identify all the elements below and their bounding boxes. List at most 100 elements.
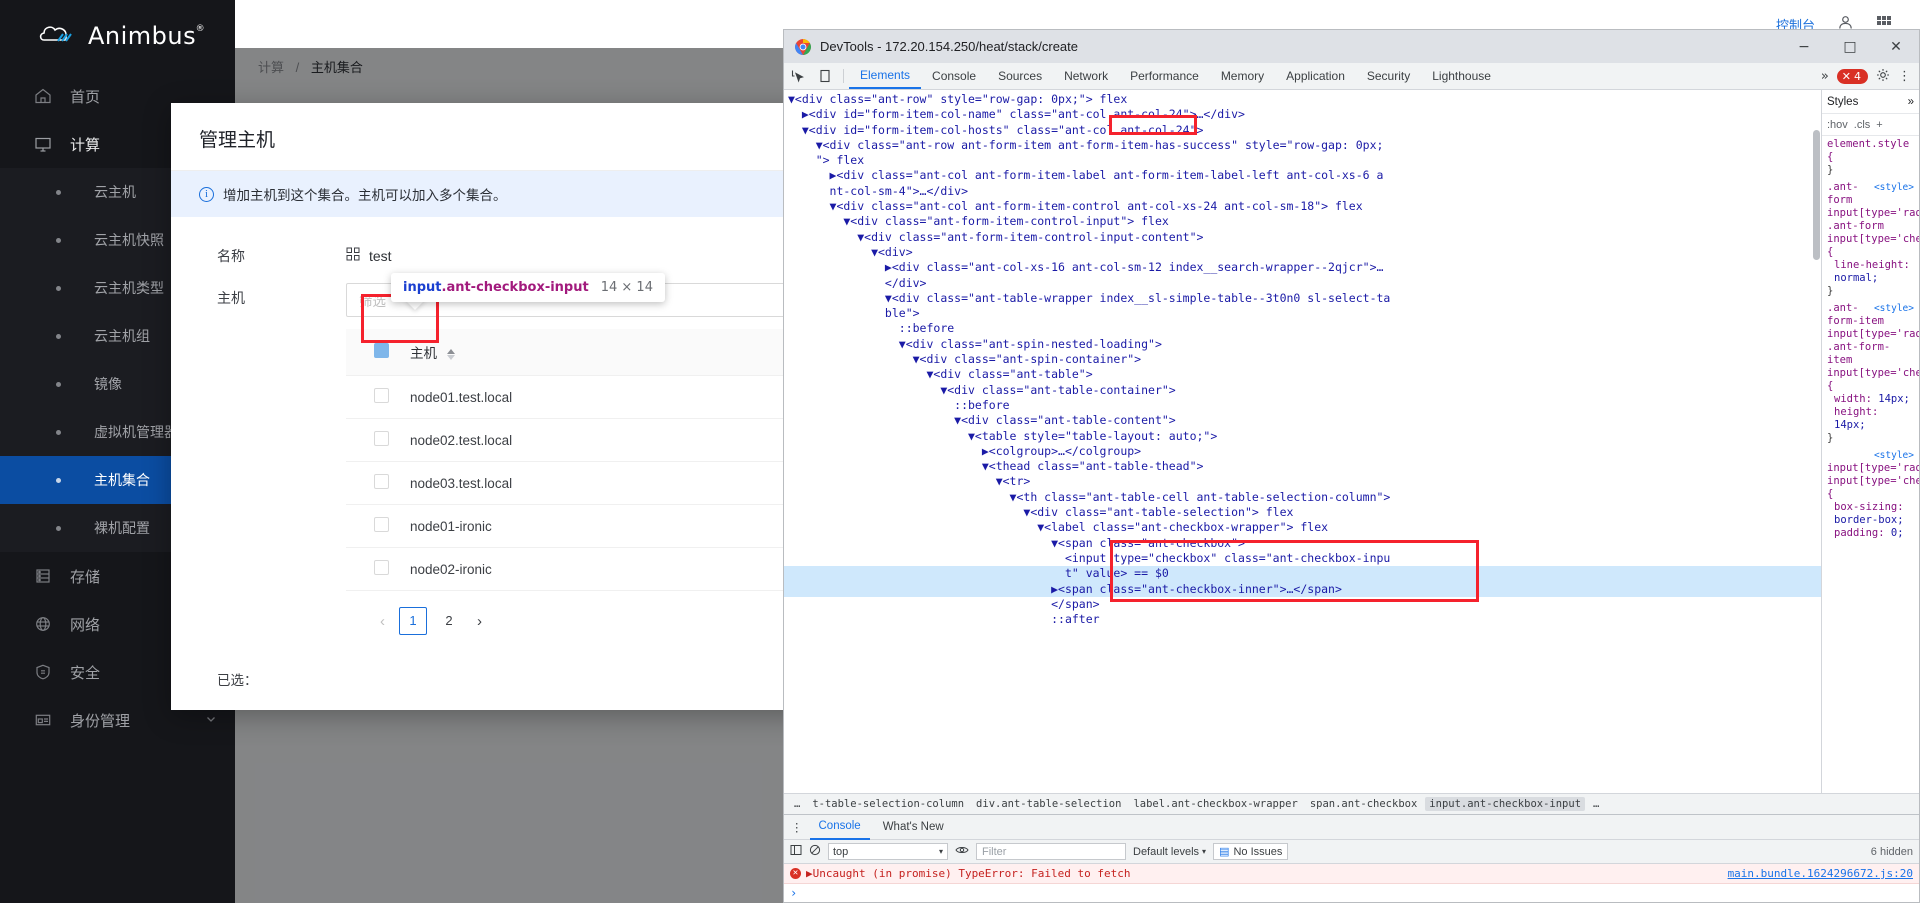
console-levels-select[interactable]: Default levels▾ [1133,846,1206,858]
issues-icon: ▤ [1219,845,1229,858]
dom-line[interactable]: ▼<div> [784,245,1821,260]
minimize-button[interactable]: − [1781,30,1827,63]
breadcrumb-overflow-right[interactable]: … [1589,797,1603,811]
brand-logo[interactable]: Animbus® [0,0,235,72]
maximize-button[interactable]: □ [1827,30,1873,63]
dom-line[interactable]: ▼<div class="ant-row" style="row-gap: 0p… [784,92,1821,107]
error-icon: ✕ [1842,70,1851,83]
error-count-badge[interactable]: ✕ 4 [1837,69,1868,84]
breadcrumb-overflow[interactable]: … [790,797,804,811]
dom-line[interactable]: ▶<div class="ant-col ant-form-item-label… [784,168,1821,183]
style-rule-selector: input[type='radio'], input[type='checkbo… [1827,462,1919,500]
pagination-page-2[interactable]: 2 [435,607,463,635]
breadcrumb-item[interactable]: span.ant-checkbox [1306,797,1421,811]
tab-lighthouse[interactable]: Lighthouse [1421,63,1502,89]
dom-line[interactable]: ▼<tr> [784,474,1821,489]
panel-icon[interactable] [790,844,802,859]
dom-line[interactable]: ::before [784,321,1821,336]
style-rule[interactable]: element.style { } [1822,136,1919,179]
drawer-tab-whats-new[interactable]: What's New [874,815,953,839]
dom-line[interactable]: ▼<div class="ant-table-container"> [784,383,1821,398]
drawer-tab-console[interactable]: Console [810,814,870,840]
dom-line[interactable]: ▼<div class="ant-table-selection"> flex [784,505,1821,520]
console-error-message[interactable]: ✕ ▶Uncaught (in promise) TypeError: Fail… [784,864,1919,884]
dom-line[interactable]: ▼<div class="ant-row ant-form-item ant-f… [784,138,1821,153]
dom-line[interactable]: ▼<thead class="ant-table-thead"> [784,459,1821,474]
drawer-kebab-icon[interactable]: ⋮ [788,820,806,834]
row-checkbox[interactable] [374,560,389,575]
class-toggle[interactable]: .cls [1854,119,1871,131]
row-checkbox[interactable] [374,517,389,532]
dom-line[interactable]: ▶<div class="ant-col-xs-16 ant-col-sm-12… [784,260,1821,275]
dom-line[interactable]: ▼<div class="ant-col ant-form-item-contr… [784,199,1821,214]
dom-line[interactable]: ▼<div class="ant-table-wrapper index__sl… [784,291,1821,306]
style-rule[interactable]: <style> input[type='radio'], input[type=… [1822,447,1919,542]
tab-sources[interactable]: Sources [987,63,1053,89]
dom-line[interactable]: ▼<div id="form-item-col-hosts" class="an… [784,123,1821,138]
style-rule[interactable]: <style> .ant-form input[type='radio'], .… [1822,179,1919,300]
dom-line[interactable]: "> flex [784,153,1821,168]
console-filter-input[interactable]: Filter [976,843,1126,860]
tab-elements[interactable]: Elements [849,63,921,89]
dom-line[interactable]: ▼<table style="table-layout: auto;"> [784,429,1821,444]
tab-performance[interactable]: Performance [1119,63,1210,89]
row-checkbox[interactable] [374,388,389,403]
new-style-rule-button[interactable]: + [1876,119,1882,131]
style-rule-source[interactable]: <style> [1874,302,1914,315]
dom-line[interactable]: ▶<colgroup>…</colgroup> [784,444,1821,459]
dom-tree-panel[interactable]: ▼<div class="ant-row" style="row-gap: 0p… [784,90,1821,793]
breadcrumb-item[interactable]: t-table-selection-column [808,797,968,811]
dom-line[interactable]: ▼<div class="ant-form-item-control-input… [784,230,1821,245]
style-rule[interactable]: <style> .ant-form-item input[type='radio… [1822,300,1919,447]
chevrons-right-icon[interactable]: » [1908,96,1914,108]
sort-icon[interactable] [447,349,455,360]
breadcrumb-item[interactable]: label.ant-checkbox-wrapper [1129,797,1301,811]
dom-line[interactable]: ▼<div class="ant-form-item-control-input… [784,214,1821,229]
device-toolbar-icon[interactable] [811,63,838,89]
gear-icon[interactable] [1876,68,1890,85]
row-checkbox[interactable] [374,474,389,489]
chevron-down-icon[interactable] [205,712,217,729]
close-button[interactable]: ✕ [1873,30,1919,63]
dom-line[interactable]: ▶<div id="form-item-col-name" class="ant… [784,107,1821,122]
select-all-checkbox[interactable] [374,343,389,358]
no-entry-icon[interactable] [809,844,821,859]
dom-line[interactable]: </div> [784,276,1821,291]
kebab-menu-icon[interactable]: ⋮ [1898,69,1911,84]
devtools-titlebar[interactable]: DevTools - 172.20.154.250/heat/stack/cre… [784,30,1919,63]
hover-state-toggle[interactable]: :hov [1827,119,1848,131]
dom-line[interactable]: ▼<div class="ant-spin-nested-loading"> [784,337,1821,352]
dom-line[interactable]: ▼<label class="ant-checkbox-wrapper"> fl… [784,520,1821,535]
tab-console[interactable]: Console [921,63,987,89]
console-error-source[interactable]: main.bundle.1624296672.js:20 [1728,867,1913,880]
style-prop-value: 14px; [1834,419,1866,431]
dom-line[interactable]: ▼<th class="ant-table-cell ant-table-sel… [784,490,1821,505]
dom-line[interactable]: ▼<div class="ant-spin-container"> [784,352,1821,367]
dom-line[interactable]: ▼<div class="ant-table-content"> [784,413,1821,428]
tab-memory[interactable]: Memory [1210,63,1275,89]
style-rule-source[interactable]: <style> [1874,181,1914,194]
pagination-page-1[interactable]: 1 [399,607,427,635]
inspect-element-icon[interactable] [784,63,811,89]
dom-line[interactable]: ble"> [784,306,1821,321]
more-tabs-icon[interactable]: » [1821,69,1829,84]
console-output[interactable]: ✕ ▶Uncaught (in promise) TypeError: Fail… [784,864,1919,902]
dom-line[interactable]: nt-col-sm-4">…</div> [784,184,1821,199]
console-context-select[interactable]: top ▾ [828,843,948,860]
eye-icon[interactable] [955,844,969,859]
breadcrumb-item[interactable]: div.ant-table-selection [972,797,1125,811]
tab-application[interactable]: Application [1275,63,1356,89]
tab-security[interactable]: Security [1356,63,1421,89]
console-prompt[interactable]: › [784,884,1919,902]
pagination-prev[interactable]: ‹ [374,613,391,630]
dom-line[interactable]: ▼<div class="ant-table"> [784,367,1821,382]
dom-line[interactable]: ::before [784,398,1821,413]
style-rule-source[interactable]: <style> [1874,449,1914,462]
dom-line[interactable]: ::after [784,612,1821,627]
row-checkbox[interactable] [374,431,389,446]
dom-tree-scrollbar[interactable] [1813,130,1820,260]
console-issues-button[interactable]: ▤ No Issues [1213,843,1288,860]
breadcrumb-item-selected[interactable]: input.ant-checkbox-input [1425,797,1585,811]
pagination-next[interactable]: › [471,613,488,630]
tab-network[interactable]: Network [1053,63,1119,89]
